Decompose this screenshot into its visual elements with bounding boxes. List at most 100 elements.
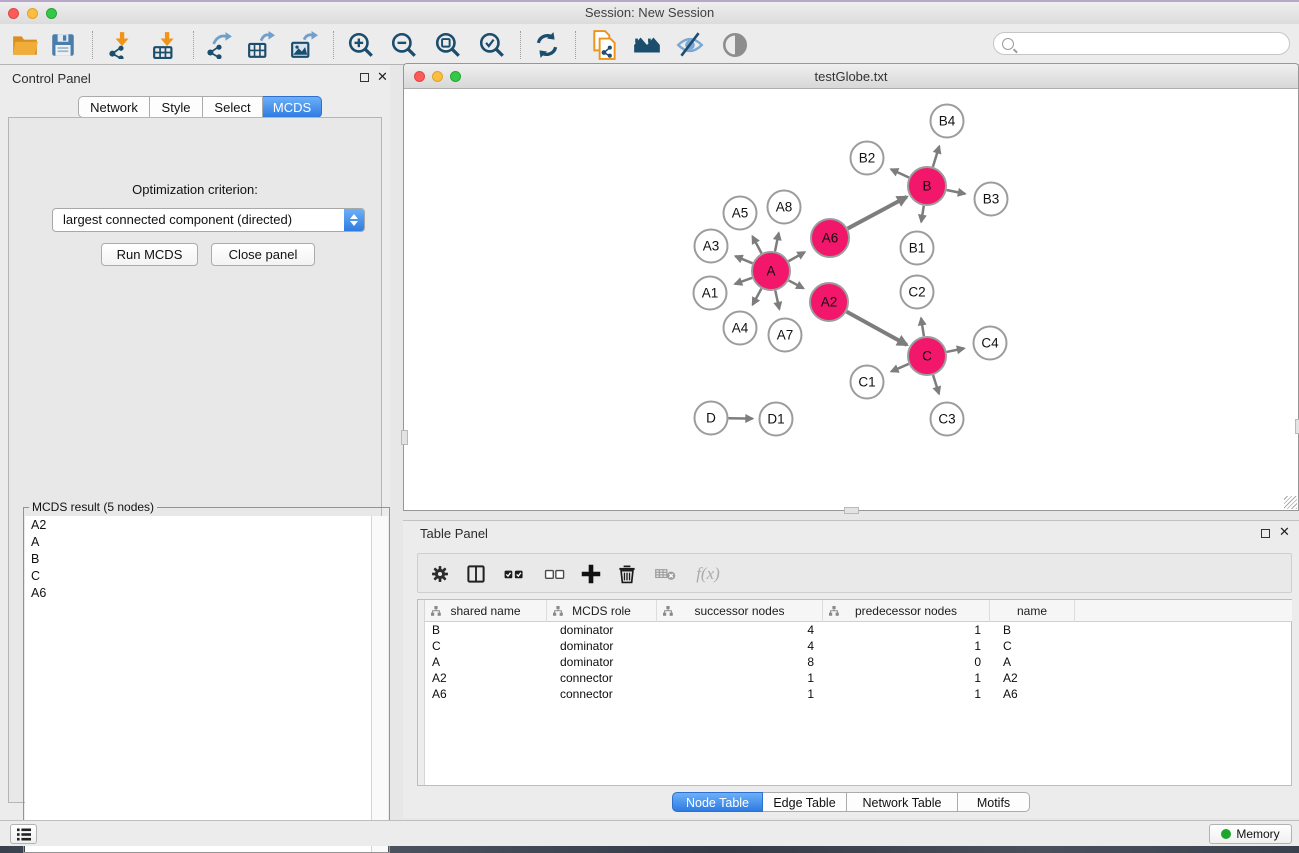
- tab-motifs[interactable]: Motifs: [958, 792, 1030, 812]
- table-cell[interactable]: 1: [823, 623, 990, 639]
- function-builder-icon[interactable]: f(x): [690, 561, 726, 587]
- open-session-icon[interactable]: [9, 29, 41, 61]
- graph-node-D[interactable]: D: [695, 402, 728, 435]
- table-cell[interactable]: A6: [425, 687, 547, 703]
- table-cell[interactable]: dominator: [547, 639, 657, 655]
- delete-row-icon[interactable]: [614, 561, 640, 587]
- graph-node-B2[interactable]: B2: [851, 142, 884, 175]
- tab-network-table[interactable]: Network Table: [847, 792, 958, 812]
- mcds-result-item[interactable]: C: [25, 567, 372, 584]
- table-cell[interactable]: dominator: [547, 655, 657, 671]
- close-view-button[interactable]: [414, 71, 425, 82]
- table-cell[interactable]: 4: [657, 623, 823, 639]
- table-cell[interactable]: A6: [990, 687, 1075, 703]
- import-table-icon[interactable]: [150, 29, 182, 61]
- table-cell[interactable]: B: [990, 623, 1075, 639]
- tab-select[interactable]: Select: [203, 96, 263, 118]
- run-mcds-button[interactable]: Run MCDS: [101, 243, 198, 266]
- table-cell[interactable]: A: [990, 655, 1075, 671]
- show-columns-icon[interactable]: [463, 561, 489, 587]
- graph-node-A4[interactable]: A4: [724, 312, 757, 345]
- table-row[interactable]: Bdominator41B: [425, 623, 1292, 639]
- select-all-rows-icon[interactable]: [501, 561, 527, 587]
- table-cell[interactable]: 8: [657, 655, 823, 671]
- table-cell[interactable]: 4: [657, 639, 823, 655]
- show-graphics-details-icon[interactable]: [719, 29, 751, 61]
- graph-node-B[interactable]: B: [908, 167, 946, 205]
- save-session-icon[interactable]: [47, 29, 79, 61]
- memory-button[interactable]: Memory: [1209, 824, 1292, 844]
- graph-node-A2[interactable]: A2: [810, 283, 848, 321]
- graph-node-C1[interactable]: C1: [851, 366, 884, 399]
- minimize-view-button[interactable]: [432, 71, 443, 82]
- zoom-selected-icon[interactable]: [476, 29, 508, 61]
- table-cell[interactable]: 1: [823, 671, 990, 687]
- graph-node-B3[interactable]: B3: [975, 183, 1008, 216]
- export-network-icon[interactable]: [203, 29, 235, 61]
- table-cell[interactable]: connector: [547, 671, 657, 687]
- mcds-result-item[interactable]: A2: [25, 516, 372, 533]
- deselect-all-rows-icon[interactable]: [542, 561, 568, 587]
- graph-node-A8[interactable]: A8: [768, 191, 801, 224]
- refresh-icon[interactable]: [531, 29, 563, 61]
- table-cell[interactable]: 1: [823, 687, 990, 703]
- table-cell[interactable]: 1: [823, 639, 990, 655]
- tab-node-table[interactable]: Node Table: [672, 792, 763, 812]
- graph-node-C2[interactable]: C2: [901, 276, 934, 309]
- search-field[interactable]: [993, 32, 1290, 55]
- table-row[interactable]: Cdominator41C: [425, 639, 1292, 655]
- close-panel-icon[interactable]: ✕: [377, 71, 388, 82]
- table-row[interactable]: A6connector11A6: [425, 687, 1292, 703]
- mcds-result-item[interactable]: A6: [25, 584, 372, 601]
- tab-mcds[interactable]: MCDS: [263, 96, 322, 118]
- close-panel-button[interactable]: Close panel: [211, 243, 315, 266]
- criterion-dropdown[interactable]: largest connected component (directed): [52, 208, 365, 232]
- table-cell[interactable]: 1: [657, 687, 823, 703]
- table-cell[interactable]: 1: [657, 671, 823, 687]
- mcds-result-item[interactable]: A: [25, 533, 372, 550]
- table-cell[interactable]: B: [425, 623, 547, 639]
- table-cell[interactable]: connector: [547, 687, 657, 703]
- column-header-shared-name[interactable]: shared name: [425, 600, 547, 622]
- graph-node-C[interactable]: C: [908, 337, 946, 375]
- graph-node-A5[interactable]: A5: [724, 197, 757, 230]
- float-panel-icon[interactable]: [360, 73, 369, 82]
- table-cell[interactable]: A: [425, 655, 547, 671]
- graph-node-B1[interactable]: B1: [901, 232, 934, 265]
- tab-network[interactable]: Network: [78, 96, 150, 118]
- home-view-icon[interactable]: [631, 29, 663, 61]
- resize-grip[interactable]: [1284, 496, 1297, 509]
- table-cell[interactable]: C: [425, 639, 547, 655]
- graph-node-A1[interactable]: A1: [694, 277, 727, 310]
- graph-node-A3[interactable]: A3: [695, 230, 728, 263]
- column-header-predecessor-nodes[interactable]: predecessor nodes: [823, 600, 990, 622]
- column-header-successor-nodes[interactable]: successor nodes: [657, 600, 823, 622]
- graph-node-C3[interactable]: C3: [931, 403, 964, 436]
- export-image-icon[interactable]: [288, 29, 320, 61]
- graph-node-C4[interactable]: C4: [974, 327, 1007, 360]
- tab-style[interactable]: Style: [150, 96, 203, 118]
- network-from-file-icon[interactable]: [589, 29, 621, 61]
- graph-node-A[interactable]: A: [752, 252, 790, 290]
- show-panels-button[interactable]: [10, 824, 37, 844]
- table-row[interactable]: A2connector11A2: [425, 671, 1292, 687]
- import-network-icon[interactable]: [105, 29, 137, 61]
- export-table-icon[interactable]: [245, 29, 277, 61]
- network-canvas[interactable]: B4B2BB3A5A8A6A3AB1A1C2A2A4A7CC4C1C3DD1: [404, 89, 1298, 510]
- table-cell[interactable]: dominator: [547, 623, 657, 639]
- close-table-panel-icon[interactable]: ✕: [1279, 526, 1290, 537]
- bottom-scrollbar-thumb[interactable]: [844, 507, 859, 514]
- table-cell[interactable]: A2: [425, 671, 547, 687]
- tab-edge-table[interactable]: Edge Table: [763, 792, 847, 812]
- zoom-in-icon[interactable]: [345, 29, 377, 61]
- column-header-mcds-role[interactable]: MCDS role: [547, 600, 657, 622]
- zoom-fit-icon[interactable]: [432, 29, 464, 61]
- mcds-result-list[interactable]: A2ABCA6: [25, 516, 372, 852]
- table-cell[interactable]: C: [990, 639, 1075, 655]
- add-row-icon[interactable]: [578, 561, 604, 587]
- graph-node-A7[interactable]: A7: [769, 319, 802, 352]
- delete-column-icon[interactable]: [653, 561, 679, 587]
- left-scrollbar-thumb[interactable]: [401, 430, 408, 445]
- table-row[interactable]: Adominator80A: [425, 655, 1292, 671]
- search-input[interactable]: [1014, 37, 1264, 51]
